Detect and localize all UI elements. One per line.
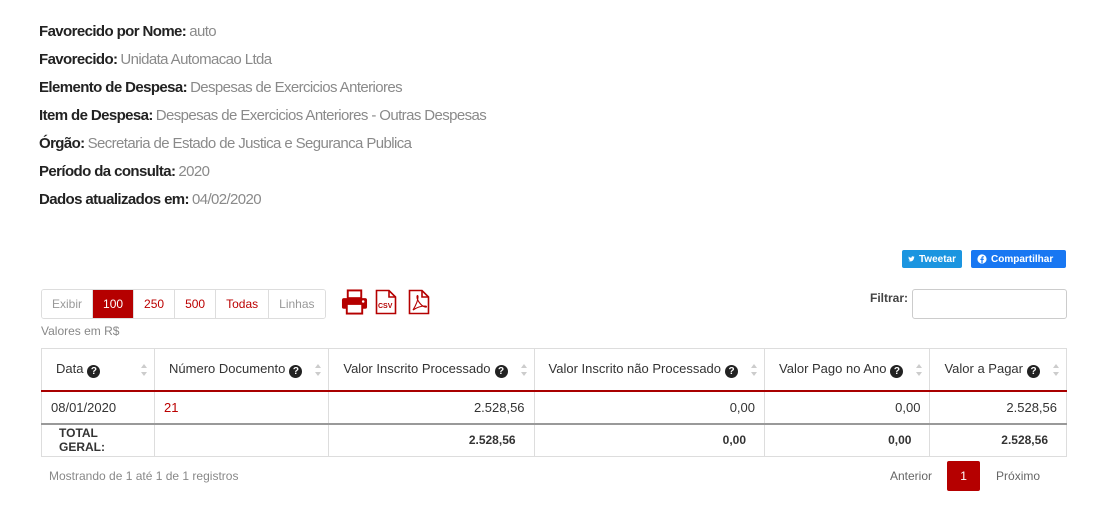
tweet-button[interactable]: Tweetar	[902, 250, 962, 268]
total-row: TOTAL GERAL: 2.528,56 0,00 0,00 2.528,56	[40, 422, 1067, 457]
column-header-label: Valor Inscrito não Processado	[548, 360, 722, 376]
length-exibir: Exibir	[42, 290, 93, 318]
csv-icon[interactable]: CSV	[375, 289, 397, 315]
info-label: Favorecido:	[39, 51, 118, 68]
info-label: Dados atualizados em:	[39, 191, 190, 208]
help-icon[interactable]: ?	[494, 364, 508, 378]
column-header-label: Número Documento	[169, 360, 286, 376]
share-button[interactable]: Compartilhar	[971, 250, 1066, 268]
pagination: Anterior 1 Próximo	[890, 461, 1040, 491]
info-favorecido-nome: Favorecido por Nome: auto	[39, 18, 486, 46]
info-elemento-despesa: Elemento de Despesa: Despesas de Exercici…	[39, 74, 486, 102]
filter-summary: Favorecido por Nome: auto Favorecido: Unid…	[39, 18, 487, 214]
cell-data: 08/01/2020	[40, 390, 156, 424]
help-icon[interactable]: ?	[1027, 364, 1040, 378]
tweet-label: Tweetar	[918, 253, 956, 265]
help-icon[interactable]: ?	[890, 364, 904, 378]
records-info: Mostrando de 1 até 1 de 1 registros	[49, 469, 239, 483]
twitter-icon	[908, 256, 915, 262]
total-label: TOTAL GERAL:	[40, 422, 156, 457]
page-length-group: Exibir 100 250 500 Todas Linhas	[41, 289, 326, 319]
column-header-valor-pago-ano[interactable]: Valor Pago no Ano?	[764, 348, 931, 392]
info-orgao: Órgão: Secretaria de Estado de Justica e …	[39, 130, 486, 158]
length-option-500[interactable]: 500	[174, 290, 216, 318]
results-table: Data? Número Documento? Valor Inscrito P…	[40, 348, 1067, 457]
table-header-row: Data? Número Documento? Valor Inscrito P…	[40, 348, 1067, 392]
print-icon[interactable]	[341, 289, 368, 315]
pagination-next[interactable]: Próximo	[996, 469, 1040, 483]
info-value: Despesas de Exercicios Anteriores - Outr…	[155, 107, 487, 124]
column-header-label: Valor Inscrito Processado	[343, 360, 491, 376]
help-icon[interactable]: ?	[87, 364, 101, 378]
total-valor-a-pagar: 2.528,56	[929, 422, 1067, 457]
help-icon[interactable]: ?	[725, 364, 739, 378]
share-label: Compartilhar	[991, 253, 1054, 265]
length-option-100[interactable]: 100	[92, 290, 134, 318]
csv-icon-text: CSV	[378, 303, 393, 310]
column-header-valor-inscrito-nao-processado[interactable]: Valor Inscrito não Processado?	[533, 348, 766, 392]
cell-valor-a-pagar: 2.528,56	[929, 390, 1067, 424]
info-label: Item de Despesa:	[39, 107, 153, 124]
cell-valor-inscrito-processado: 2.528,56	[328, 390, 535, 424]
column-header-label: Valor Pago no Ano	[779, 360, 887, 376]
facebook-icon	[977, 254, 987, 264]
column-header-valor-inscrito-processado[interactable]: Valor Inscrito Processado?	[328, 348, 535, 392]
column-header-label: Data	[56, 360, 84, 376]
info-value: Unidata Automacao Ltda	[120, 51, 272, 68]
total-empty	[154, 422, 330, 457]
table-row: 08/01/2020 21 2.528,56 0,00 0,00 2.528,5…	[40, 390, 1067, 424]
info-value: 2020	[178, 163, 210, 180]
values-unit-note: Valores em R$	[41, 324, 120, 338]
info-value: 04/02/2020	[191, 191, 262, 208]
total-valor-inscrito-nao-processado: 0,00	[533, 422, 766, 457]
info-favorecido: Favorecido: Unidata Automacao Ltda	[39, 46, 486, 74]
length-option-250[interactable]: 250	[133, 290, 175, 318]
sort-icon	[1053, 364, 1059, 376]
info-value: Despesas de Exercicios Anteriores	[190, 79, 403, 96]
sort-icon	[751, 364, 758, 376]
pagination-prev[interactable]: Anterior	[890, 469, 932, 483]
total-valor-inscrito-processado: 2.528,56	[328, 422, 535, 457]
info-item-despesa: Item de Despesa: Despesas de Exercicios A…	[39, 102, 487, 130]
length-option-todas[interactable]: Todas	[215, 290, 269, 318]
info-label: Elemento de Despesa:	[39, 79, 188, 96]
cell-valor-inscrito-nao-processado: 0,00	[533, 390, 766, 424]
total-valor-pago-ano: 0,00	[764, 422, 931, 457]
column-header-valor-a-pagar[interactable]: Valor a Pagar?	[929, 348, 1067, 392]
column-header-data[interactable]: Data?	[40, 348, 156, 392]
sort-icon	[315, 364, 322, 376]
length-linhas: Linhas	[268, 290, 325, 318]
sort-icon	[520, 364, 527, 376]
info-value: Secretaria de Estado de Justica e Segura…	[87, 135, 412, 152]
info-atualizacao: Dados atualizados em: 04/02/2020	[39, 186, 486, 214]
column-header-label: Valor a Pagar	[944, 360, 1023, 376]
cell-valor-pago-ano: 0,00	[764, 390, 931, 424]
pagination-page-1[interactable]: 1	[947, 461, 981, 491]
filter-label: Filtrar:	[870, 291, 909, 305]
info-value: auto	[189, 23, 216, 40]
help-icon[interactable]: ?	[289, 364, 303, 378]
cell-numero-documento-link[interactable]: 21	[154, 390, 330, 424]
info-label: Favorecido por Nome:	[39, 23, 187, 40]
info-periodo: Período da consulta: 2020	[39, 158, 486, 186]
column-header-numero-documento[interactable]: Número Documento?	[154, 348, 330, 392]
pdf-icon[interactable]	[407, 289, 431, 315]
filter-input[interactable]	[912, 289, 1067, 319]
sort-icon	[916, 364, 923, 376]
info-label: Órgão:	[39, 135, 85, 152]
sort-icon	[141, 364, 148, 376]
info-label: Período da consulta:	[39, 163, 176, 180]
